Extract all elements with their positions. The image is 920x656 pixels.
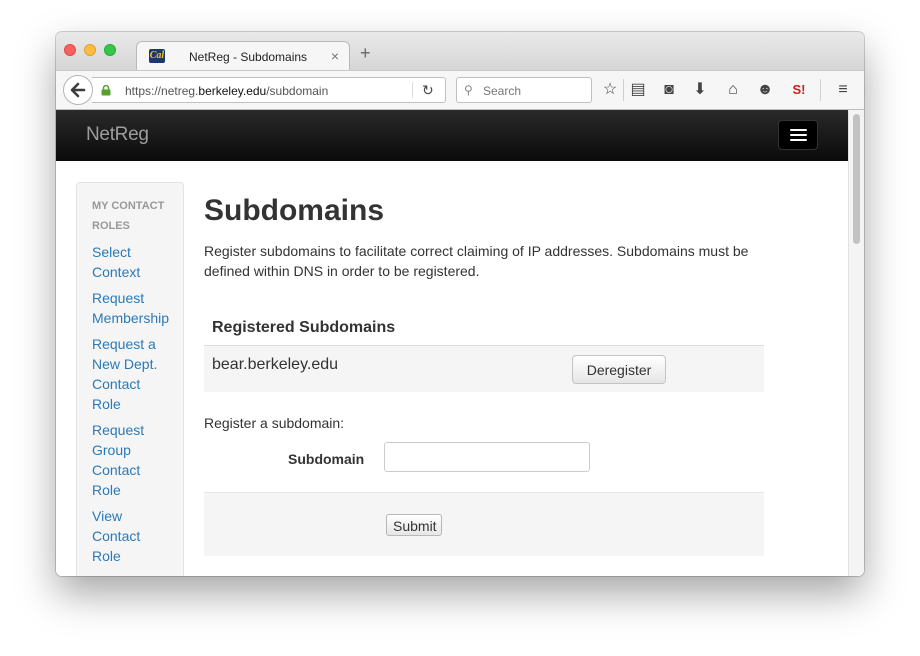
subdomain-input[interactable] bbox=[384, 442, 590, 472]
search-icon: ⚲ bbox=[464, 83, 473, 97]
sidebar-item-request-dept-contact-role[interactable]: Request a New Dept. Contact Role bbox=[92, 334, 167, 414]
hamburger-menu-icon[interactable]: ≡ bbox=[832, 79, 854, 101]
scrollbar-thumb[interactable] bbox=[853, 114, 860, 244]
subdomain-label: Subdomain bbox=[288, 451, 365, 467]
sidebar: MY CONTACT ROLES Select Context Request … bbox=[76, 182, 184, 576]
extension-icon[interactable]: S! bbox=[788, 79, 810, 101]
back-arrow-icon bbox=[70, 82, 86, 98]
reading-list-icon[interactable]: ▤ bbox=[627, 79, 649, 101]
sidebar-item-request-membership[interactable]: Request Membership bbox=[92, 288, 182, 328]
window-maximize-button[interactable] bbox=[104, 44, 116, 56]
hello-chat-icon[interactable]: ☻ bbox=[754, 79, 776, 101]
search-bar[interactable]: ⚲ Search bbox=[456, 77, 592, 103]
reload-icon[interactable]: ↻ bbox=[422, 82, 434, 99]
toolbar-separator bbox=[623, 79, 624, 101]
table-header: Registered Subdomains bbox=[204, 315, 764, 346]
url-divider bbox=[412, 82, 413, 98]
sidebar-item-view-contact-role[interactable]: View Contact Role bbox=[92, 506, 152, 566]
tab-title: NetReg - Subdomains bbox=[189, 50, 308, 64]
table-header-label: Registered Subdomains bbox=[212, 319, 396, 336]
search-placeholder: Search bbox=[483, 84, 522, 98]
sidebar-item-request-group-contact-role[interactable]: Request Group Contact Role bbox=[92, 420, 152, 500]
url-text[interactable]: https://netreg.berkeley.edu/subdomain bbox=[125, 84, 328, 98]
lock-icon bbox=[101, 85, 111, 96]
table-row: bear.berkeley.edu Deregister bbox=[204, 346, 764, 392]
window-minimize-button[interactable] bbox=[84, 44, 96, 56]
intro-text: Register subdomains to facilitate correc… bbox=[204, 243, 749, 279]
page-viewport: NetReg MY CONTACT ROLES Select Context R… bbox=[56, 110, 864, 576]
tab-bar: Cal NetReg - Subdomains × + bbox=[56, 32, 864, 71]
menu-toggle-button[interactable] bbox=[778, 120, 818, 150]
page-title: Subdomains bbox=[204, 194, 385, 227]
tab-close-icon[interactable]: × bbox=[331, 48, 339, 64]
brand-logo[interactable]: NetReg bbox=[86, 124, 149, 146]
submit-button[interactable]: Submit bbox=[386, 514, 442, 536]
cal-favicon-icon: Cal bbox=[149, 49, 165, 63]
new-tab-icon[interactable]: + bbox=[360, 44, 371, 62]
sidebar-item-select-context[interactable]: Select Context bbox=[92, 242, 182, 282]
subdomain-name: bear.berkeley.edu bbox=[212, 356, 339, 373]
tab-netreg[interactable]: Cal NetReg - Subdomains × bbox=[136, 41, 350, 71]
navigation-toolbar: https://netreg.berkeley.edu/subdomain ↻ … bbox=[56, 70, 864, 110]
site-navbar: NetReg bbox=[56, 110, 848, 161]
download-icon[interactable]: ⬇ bbox=[689, 79, 711, 101]
register-label: Register a subdomain: bbox=[204, 415, 345, 431]
vertical-scrollbar[interactable] bbox=[848, 110, 864, 576]
browser-window: Cal NetReg - Subdomains × + https://netr… bbox=[56, 32, 864, 576]
pocket-icon[interactable]: ◙ bbox=[658, 79, 680, 101]
back-button[interactable] bbox=[63, 75, 93, 105]
deregister-button[interactable]: Deregister bbox=[572, 355, 666, 384]
bookmark-star-icon[interactable]: ☆ bbox=[599, 79, 621, 101]
sidebar-header: MY CONTACT ROLES bbox=[92, 200, 165, 232]
address-bar[interactable]: https://netreg.berkeley.edu/subdomain ↻ bbox=[92, 77, 446, 103]
toolbar-separator bbox=[820, 79, 821, 101]
home-icon[interactable]: ⌂ bbox=[722, 79, 744, 101]
window-close-button[interactable] bbox=[64, 44, 76, 56]
form-actions: Submit bbox=[204, 492, 764, 556]
